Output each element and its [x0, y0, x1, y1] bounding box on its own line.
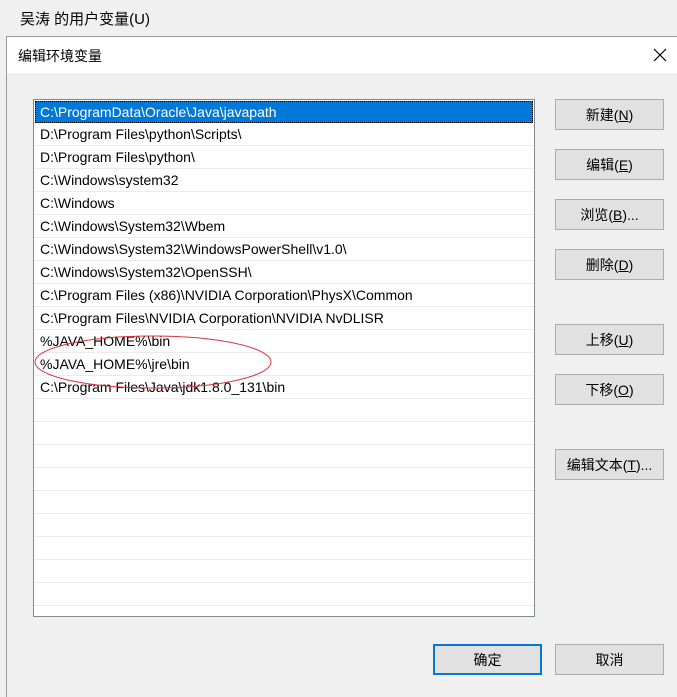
path-list-item[interactable]: C:\Windows\System32\WindowsPowerShell\v1…	[34, 238, 534, 261]
edit-env-dialog: 编辑环境变量 C:\ProgramData\Oracle\Java\javapa…	[6, 36, 677, 697]
edit-text-button[interactable]: 编辑文本(T)...	[555, 449, 664, 480]
path-list-item[interactable]: %JAVA_HOME%\jre\bin	[34, 353, 534, 376]
dialog-title: 编辑环境变量	[18, 48, 102, 64]
empty-list-row[interactable]	[34, 537, 534, 560]
titlebar: 编辑环境变量	[7, 37, 677, 73]
path-list-item[interactable]: C:\ProgramData\Oracle\Java\javapath	[35, 101, 533, 123]
close-button[interactable]	[646, 41, 674, 69]
ok-button[interactable]: 确定	[433, 644, 542, 675]
path-list-item[interactable]: C:\Windows	[34, 192, 534, 215]
path-list-item[interactable]: C:\Program Files\NVIDIA Corporation\NVID…	[34, 307, 534, 330]
path-list-item[interactable]: C:\Program Files\Java\jdk1.8.0_131\bin	[34, 376, 534, 399]
path-list-item[interactable]: C:\Windows\System32\Wbem	[34, 215, 534, 238]
empty-list-row[interactable]	[34, 491, 534, 514]
empty-list-row[interactable]	[34, 468, 534, 491]
path-list-item[interactable]: C:\Program Files (x86)\NVIDIA Corporatio…	[34, 284, 534, 307]
path-list-item[interactable]: %JAVA_HOME%\bin	[34, 330, 534, 353]
path-list-item[interactable]: D:\Program Files\python\	[34, 146, 534, 169]
path-listbox[interactable]: C:\ProgramData\Oracle\Java\javapath D:\Pr…	[33, 99, 535, 617]
move-up-button[interactable]: 上移(U)	[555, 324, 664, 355]
close-icon	[653, 48, 667, 62]
path-list-item[interactable]: D:\Program Files\python\Scripts\	[34, 123, 534, 146]
move-down-button[interactable]: 下移(O)	[555, 374, 664, 405]
empty-list-row[interactable]	[34, 445, 534, 468]
empty-list-row[interactable]	[34, 399, 534, 422]
empty-list-row[interactable]	[34, 422, 534, 445]
browse-button[interactable]: 浏览(B)...	[555, 199, 664, 230]
new-button[interactable]: 新建(N)	[555, 99, 664, 130]
edit-button[interactable]: 编辑(E)	[555, 149, 664, 180]
delete-button[interactable]: 删除(D)	[555, 249, 664, 280]
background-title: 吴涛 的用户变量(U)	[20, 11, 150, 28]
path-list-item[interactable]: C:\Windows\System32\OpenSSH\	[34, 261, 534, 284]
empty-list-row[interactable]	[34, 583, 534, 606]
empty-list-row[interactable]	[34, 560, 534, 583]
path-list-item[interactable]: C:\Windows\system32	[34, 169, 534, 192]
empty-list-row[interactable]	[34, 514, 534, 537]
cancel-button[interactable]: 取消	[555, 644, 664, 675]
